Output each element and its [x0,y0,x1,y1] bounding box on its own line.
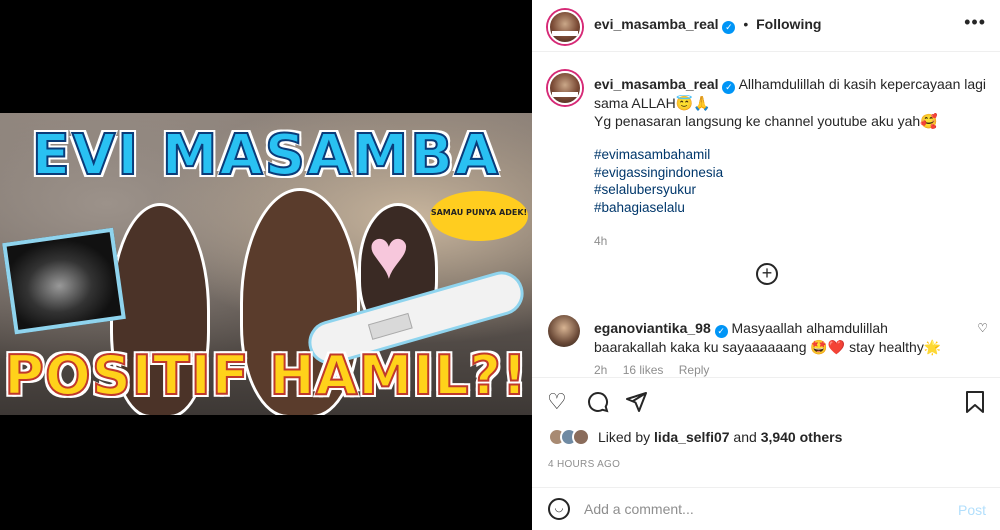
bookmark-icon[interactable] [964,390,986,419]
author-avatar[interactable] [548,10,582,44]
likes-text: Liked by lida_selfi07 and 3,940 others [598,429,842,445]
comment-meta: 2h 16 likes Reply [594,363,721,377]
hashtag-link[interactable]: #bahagiaselalu [594,199,990,217]
comment-heart-icon[interactable]: ♡ [977,321,988,335]
verified-badge-icon: ✓ [722,21,736,34]
plus-circle-icon[interactable]: + [756,263,778,285]
thumbnail-subtitle: POSITIF HAMIL?! [3,343,528,408]
likes-middle: and [729,429,761,445]
verified-badge-icon: ✓ [714,325,728,338]
caption-avatar[interactable] [548,71,582,105]
following-button[interactable]: Following [756,16,821,32]
post-side-panel: evi_masamba_real ✓ • Following ••• evi_m… [532,0,1000,530]
action-bar: ♡ [532,377,1000,425]
caption-time[interactable]: 4h [594,232,990,250]
comment-body: eganoviantika_98 ✓ Masyaallah alhamdulil… [594,319,964,356]
add-comment-bar: ◡ Post [532,487,1000,530]
likes-others-link[interactable]: 3,940 others [761,429,843,445]
commenter-avatar[interactable] [548,315,580,347]
likes-prefix: Liked by [598,429,655,445]
post-timestamp[interactable]: 4 HOURS AGO [548,459,620,470]
comment-likes[interactable]: 16 likes [623,363,664,377]
comment-input[interactable] [584,498,914,520]
send-icon[interactable] [624,390,648,419]
emoji-icon[interactable]: ◡ [548,498,570,520]
header-user-line: evi_masamba_real ✓ • Following [594,16,821,34]
post-header: evi_masamba_real ✓ • Following ••• [532,0,1000,52]
post-comment-button[interactable]: Post [958,502,986,518]
author-username[interactable]: evi_masamba_real [594,16,719,32]
heart-sticker-icon: ♥ [368,215,410,293]
ultrasound-image [2,227,126,335]
more-horizontal-icon[interactable]: ••• [964,12,986,33]
video-thumbnail[interactable]: ♥ SAMAU PUNYA ADEK! EVI MASAMBA POSITIF … [0,113,532,415]
hashtag-link[interactable]: #evigassingindonesia [594,164,990,182]
hashtag-link[interactable]: #selalubersyukur [594,181,990,199]
caption-username[interactable]: evi_masamba_real [594,76,719,92]
speech-bubble: SAMAU PUNYA ADEK! [430,191,528,241]
hashtag-list: #evimasambahamil #evigassingindonesia #s… [594,146,990,216]
liker-username[interactable]: lida_selfi07 [654,429,730,445]
post-media: ♥ SAMAU PUNYA ADEK! EVI MASAMBA POSITIF … [0,0,532,530]
comment-time[interactable]: 2h [594,363,607,377]
commenter-username[interactable]: eganoviantika_98 [594,320,711,336]
caption-line-2: Yg penasaran langsung ke channel youtube… [594,113,938,129]
heart-icon[interactable]: ♡ [547,390,567,414]
caption-body: evi_masamba_real ✓ Allhamdulillah di kas… [594,75,990,250]
verified-badge-icon: ✓ [722,81,736,94]
liker-avatar [572,428,590,446]
comment-icon[interactable] [586,390,610,419]
separator-dot: • [743,16,749,32]
hashtag-link[interactable]: #evimasambahamil [594,146,990,164]
thumbnail-title: EVI MASAMBA [31,122,501,189]
comment-item: eganoviantika_98 ✓ Masyaallah alhamdulil… [532,305,1000,377]
comment-reply-button[interactable]: Reply [679,363,710,377]
